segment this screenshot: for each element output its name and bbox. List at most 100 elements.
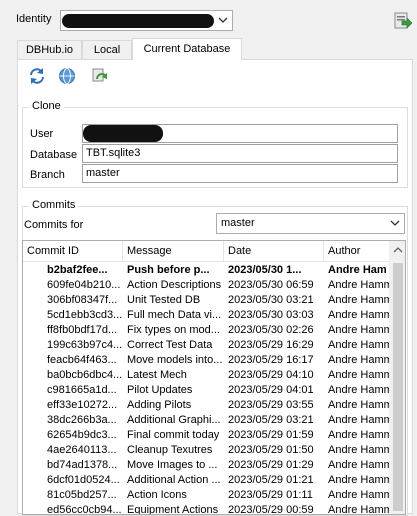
author-cell: Andre Hamm [328,489,391,501]
author-cell: Andre Hamm [328,369,391,381]
table-row[interactable]: 609fe04b210... Action Descriptions 2023/05… [23,278,391,293]
table-row[interactable]: 38dc266b3a... Additional Graphi... 2023/05… [23,413,391,428]
date-cell: 2023/05/29 00:59 [228,504,314,515]
date-cell: 2023/05/29 01:21 [228,474,314,486]
commit-id-cell: bd74ad1378... [47,459,118,471]
author-cell: Andre Hamm [328,399,391,411]
message-cell: Correct Test Data [127,339,213,351]
message-cell: Adding Pilots [127,399,192,411]
table-row[interactable]: bd74ad1378... Move Images to ... 2023/05/2… [23,458,391,473]
database-field[interactable]: TBT.sqlite3 [82,144,398,163]
author-cell: Andre Hamm [328,294,391,306]
commit-id-cell: 62654b9dc3... [47,429,117,441]
commit-id-cell: ed56cc0cb94... [47,504,122,515]
column-header-message[interactable]: Message [123,241,224,262]
commit-id-cell: 4ae2640113... [47,444,117,456]
clone-title: Clone [29,100,64,112]
date-cell: 2023/05/30 03:03 [228,309,314,321]
identity-combo[interactable] [60,10,233,31]
date-cell: 2023/05/30 02:26 [228,324,314,336]
date-cell: 2023/05/30 03:21 [228,294,314,306]
date-cell: 2023/05/29 04:10 [228,369,314,381]
message-cell: Equipment Actions [127,504,219,515]
commit-id-cell: 199c63b97c4... [47,339,123,351]
branch-label: Branch [30,169,65,181]
column-header-author[interactable]: Author [324,241,391,262]
tab-current-database[interactable]: Current Database [132,38,242,60]
message-cell: Final commit today [127,429,220,441]
database-label: Database [30,149,78,161]
date-cell: 2023/05/29 03:55 [228,399,314,411]
export-icon[interactable] [394,12,412,30]
scroll-up-arrow-icon[interactable] [393,246,403,254]
date-cell: 2023/05/29 01:29 [228,459,314,471]
table-row[interactable]: 4ae2640113... Cleanup Texutres 2023/05/29 … [23,443,391,458]
sync-icon[interactable] [91,67,109,85]
author-cell: Andre Hamm [328,339,391,351]
date-cell: 2023/05/29 16:17 [228,354,314,366]
branch-field[interactable]: master [82,164,398,183]
identity-label: Identity [16,13,52,25]
date-cell: 2023/05/29 01:50 [228,444,314,456]
column-header-commit-id[interactable]: Commit ID [23,241,123,262]
author-cell: Andre Hamm [328,384,391,396]
message-cell: Fix types on mod... [127,324,220,336]
commits-branch-select[interactable]: master [216,213,405,234]
message-cell: Additional Action ... [127,474,221,486]
table-row[interactable]: 81c05bd257... Action Icons 2023/05/29 01:1… [23,488,391,503]
table-row[interactable]: 199c63b97c4... Correct Test Data 2023/05/2… [23,338,391,353]
user-field[interactable] [82,124,398,143]
commit-id-cell: 306bf08347f... [47,294,118,306]
redacted-identity [62,14,214,28]
date-cell: 2023/05/30 1... [228,264,302,276]
message-cell: Move Images to ... [127,459,218,471]
message-cell: Unit Tested DB [127,294,201,306]
commit-id-cell: 81c05bd257... [47,489,117,501]
message-cell: Move models into... [127,354,223,366]
date-cell: 2023/05/29 16:29 [228,339,314,351]
author-cell: Andre Ham [328,264,387,276]
table-row[interactable]: ff8fb0bdf17d... Fix types on mod... 2023/0… [23,323,391,338]
message-cell: Additional Graphi... [127,414,221,426]
table-row[interactable]: 5cd1ebb3cd3... Full mech Data vi... 2023/0… [23,308,391,323]
table-row[interactable]: c981665a1d... Pilot Updates 2023/05/29 04:… [23,383,391,398]
table-row[interactable]: ed56cc0cb94... Equipment Actions 2023/05/2… [23,503,391,515]
commits-branch-value: master [221,217,255,229]
table-row[interactable]: eff33e10272... Adding Pilots 2023/05/29 03… [23,398,391,413]
commit-id-cell: feacb64f463... [47,354,117,366]
author-cell: Andre Hamm [328,354,391,366]
message-cell: Full mech Data vi... [127,309,222,321]
table-row[interactable]: b2baf2fee... Push before p... 2023/05/30 1… [23,263,391,278]
table-header: Commit ID Message Date Author [23,241,391,262]
commit-id-cell: c981665a1d... [47,384,117,396]
table-row[interactable]: ba0bcb6dbc4... Latest Mech 2023/05/29 04:1… [23,368,391,383]
table-row[interactable]: 6dcf01d0524... Additional Action ... 2023/… [23,473,391,488]
commit-id-cell: 5cd1ebb3cd3... [47,309,123,321]
commits-for-label: Commits for [24,219,84,231]
commits-title: Commits [29,199,79,211]
message-cell: Push before p... [127,264,210,276]
commit-id-cell: eff33e10272... [47,399,118,411]
tab-local[interactable]: Local [82,40,132,59]
author-cell: Andre Hamm [328,414,391,426]
commit-id-cell: 609fe04b210... [47,279,121,291]
author-cell: Andre Hamm [328,504,391,515]
commit-id-cell: 6dcf01d0524... [47,474,120,486]
refresh-icon[interactable] [28,67,46,85]
author-cell: Andre Hamm [328,309,391,321]
date-cell: 2023/05/29 01:11 [228,489,313,501]
chevron-down-icon [218,17,228,23]
commit-table[interactable]: Commit ID Message Date Author b2baf2fee.… [22,240,406,515]
column-header-date[interactable]: Date [224,241,324,262]
commit-id-cell: ff8fb0bdf17d... [47,324,118,336]
author-cell: Andre Hamm [328,324,391,336]
vertical-scrollbar[interactable] [389,241,405,514]
table-row[interactable]: feacb64f463... Move models into... 2023/05… [23,353,391,368]
tab-dbhub[interactable]: DBHub.io [17,40,82,59]
table-row[interactable]: 62654b9dc3... Final commit today 2023/05/2… [23,428,391,443]
table-row[interactable]: 306bf08347f... Unit Tested DB 2023/05/30 0… [23,293,391,308]
scrollbar-thumb[interactable] [393,263,403,511]
globe-icon[interactable] [58,67,76,85]
message-cell: Cleanup Texutres [127,444,213,456]
commit-id-cell: 38dc266b3a... [47,414,117,426]
